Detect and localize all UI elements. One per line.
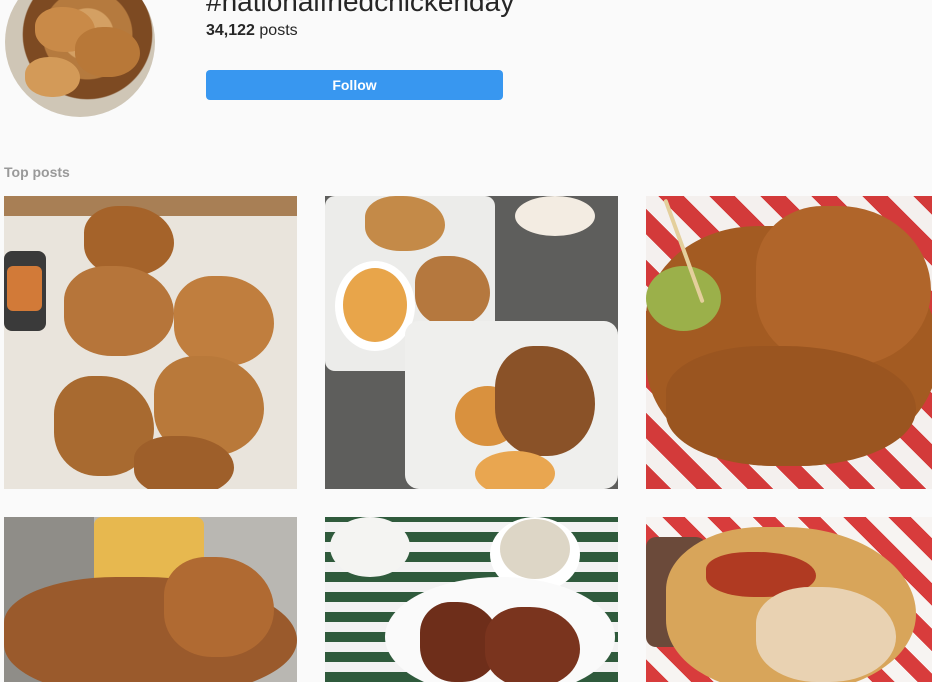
post-thumbnail-4[interactable] [4,517,297,682]
hashtag-title: #nationalfriedchickenday [206,0,515,17]
post-count-suffix: posts [259,22,298,39]
post-thumbnail-3[interactable] [646,196,932,489]
post-count: 34,122 posts [206,22,298,40]
post-thumbnail-6[interactable] [646,517,932,682]
post-thumbnail-1[interactable] [4,196,297,489]
top-posts-label: Top posts [4,164,70,180]
post-thumbnail-5[interactable] [325,517,618,682]
hashtag-avatar [5,0,155,117]
post-thumbnail-2[interactable] [325,196,618,489]
follow-button[interactable]: Follow [206,70,503,100]
post-count-value: 34,122 [206,22,255,39]
